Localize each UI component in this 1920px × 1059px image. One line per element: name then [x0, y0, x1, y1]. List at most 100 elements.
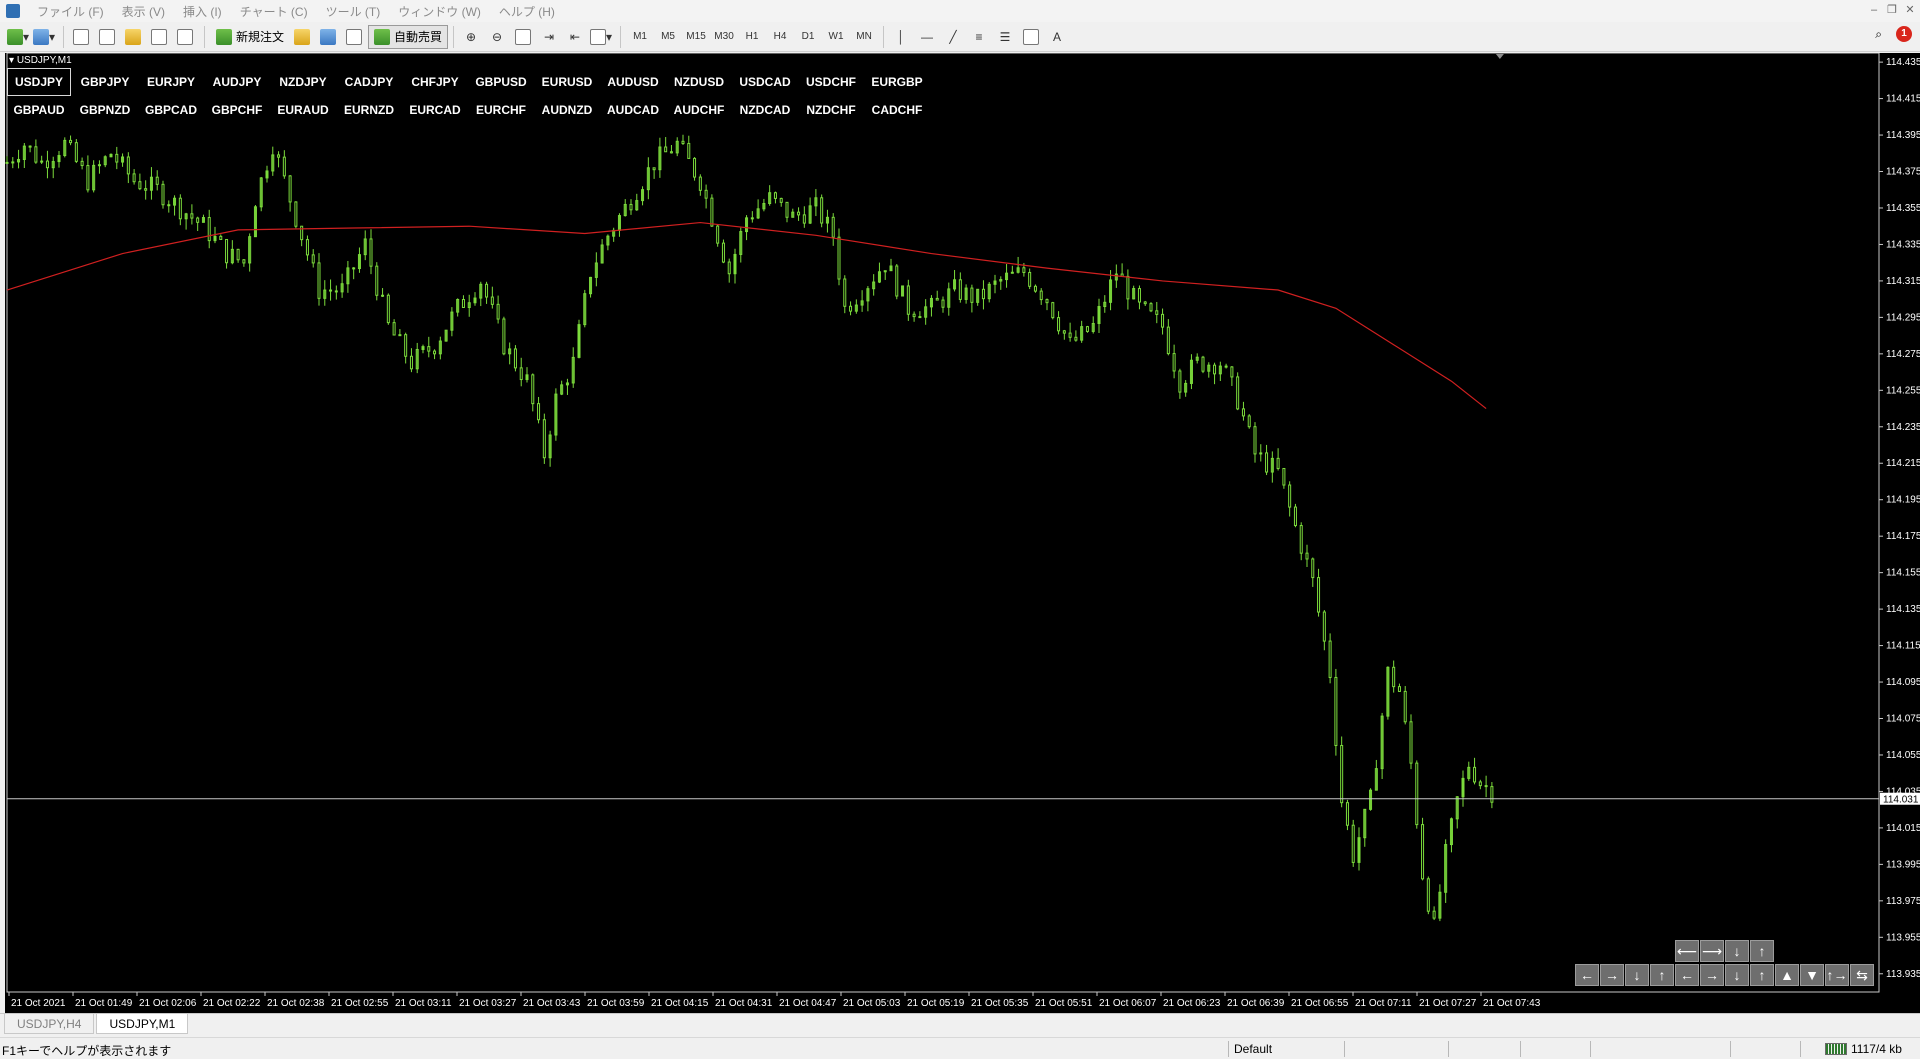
text-tool-button[interactable]: A	[1045, 26, 1069, 48]
notification-badge[interactable]: 1	[1896, 26, 1912, 42]
timeframe-m1[interactable]: M1	[626, 31, 654, 42]
nav-arrow-bottom-1[interactable]: →	[1600, 964, 1624, 986]
market-watch-button[interactable]	[69, 26, 93, 48]
symbol-button-euraud[interactable]: EURAUD	[271, 96, 335, 124]
timeframe-m30[interactable]: M30	[710, 31, 738, 42]
nav-arrow-bottom-7[interactable]: ↑	[1750, 964, 1774, 986]
chart-shift-button[interactable]: ⇤	[563, 26, 587, 48]
tab-usdjpy-h4[interactable]: USDJPY,H4	[4, 1014, 95, 1034]
strategy-tester-button[interactable]	[173, 26, 197, 48]
symbol-button-eurchf[interactable]: EURCHF	[469, 96, 533, 124]
nav-arrow-top-0[interactable]: ⟵	[1675, 940, 1699, 962]
candle-body	[1166, 326, 1170, 355]
new-chart-button[interactable]: ▾	[6, 26, 30, 48]
menu-tools[interactable]: ツール (T)	[317, 3, 390, 20]
symbol-button-audnzd[interactable]: AUDNZD	[535, 96, 599, 124]
data-window-button[interactable]	[95, 26, 119, 48]
label-button[interactable]	[1019, 26, 1043, 48]
nav-arrow-top-1[interactable]: ⟶	[1700, 940, 1724, 962]
channel-button[interactable]: ≡	[967, 26, 991, 48]
symbol-button-eurnzd[interactable]: EURNZD	[337, 96, 401, 124]
symbol-button-nzdcad[interactable]: NZDCAD	[733, 96, 797, 124]
vertical-line-button[interactable]: │	[889, 26, 913, 48]
timeframe-d1[interactable]: D1	[794, 31, 822, 42]
new-order-icon	[216, 28, 232, 45]
timeframe-mn[interactable]: MN	[850, 31, 878, 42]
tile-windows-button[interactable]	[511, 26, 535, 48]
symbol-button-gbpusd[interactable]: GBPUSD	[469, 68, 533, 96]
profiles-button[interactable]: ▾	[32, 26, 56, 48]
nav-arrow-bottom-5[interactable]: →	[1700, 964, 1724, 986]
nav-arrow-bottom-4[interactable]: ←	[1675, 964, 1699, 986]
auto-trade-button[interactable]: 自動売買	[368, 24, 449, 49]
symbol-button-gbpchf[interactable]: GBPCHF	[205, 96, 269, 124]
fibonacci-button[interactable]: ☰	[993, 26, 1017, 48]
minimize-icon[interactable]: –	[1866, 2, 1882, 18]
symbol-button-usdchf[interactable]: USDCHF	[799, 68, 863, 96]
symbol-button-eurgbp[interactable]: EURGBP	[865, 68, 929, 96]
nav-arrow-top-3[interactable]: ↑	[1750, 940, 1774, 962]
symbol-button-gbpcad[interactable]: GBPCAD	[139, 96, 203, 124]
symbol-button-usdcad[interactable]: USDCAD	[733, 68, 797, 96]
nav-arrow-bottom-11[interactable]: ⇆	[1850, 964, 1874, 986]
search-icon[interactable]: ⌕	[1875, 27, 1882, 42]
nav-arrow-bottom-0[interactable]: ←	[1575, 964, 1599, 986]
symbol-button-audjpy[interactable]: AUDJPY	[205, 68, 269, 96]
nav-arrow-bottom-2[interactable]: ↓	[1625, 964, 1649, 986]
symbol-button-cadchf[interactable]: CADCHF	[865, 96, 929, 124]
timeframe-h1[interactable]: H1	[738, 31, 766, 42]
navigator-button[interactable]	[121, 26, 145, 48]
timeframe-m5[interactable]: M5	[654, 31, 682, 42]
menu-insert[interactable]: 挿入 (I)	[174, 3, 231, 20]
menu-chart[interactable]: チャート (C)	[231, 3, 317, 20]
chart-window[interactable]: 114.435 114.415 114.395 114.375 114.355 114.3…	[0, 53, 1920, 1013]
symbol-button-gbpjpy[interactable]: GBPJPY	[73, 68, 137, 96]
candle-body	[461, 299, 465, 308]
menu-view[interactable]: 表示 (V)	[113, 3, 174, 20]
symbol-button-eurusd[interactable]: EURUSD	[535, 68, 599, 96]
symbol-button-nzdchf[interactable]: NZDCHF	[799, 96, 863, 124]
symbol-button-audusd[interactable]: AUDUSD	[601, 68, 665, 96]
symbol-button-chfjpy[interactable]: CHFJPY	[403, 68, 467, 96]
timeframe-w1[interactable]: W1	[822, 31, 850, 42]
menu-help[interactable]: ヘルプ (H)	[490, 3, 564, 20]
chart-menu-arrow-icon[interactable]: ▾	[9, 55, 14, 66]
trendline-button[interactable]: ╱	[941, 26, 965, 48]
horizontal-line-button[interactable]: —	[915, 26, 939, 48]
nav-arrow-bottom-3[interactable]: ↑	[1650, 964, 1674, 986]
timeframe-h4[interactable]: H4	[766, 31, 794, 42]
auto-scroll-button[interactable]: ⇥	[537, 26, 561, 48]
symbol-button-eurcad[interactable]: EURCAD	[403, 96, 467, 124]
signals-button[interactable]	[316, 26, 340, 48]
symbol-button-cadjpy[interactable]: CADJPY	[337, 68, 401, 96]
menu-window[interactable]: ウィンドウ (W)	[389, 3, 490, 20]
nav-arrow-bottom-9[interactable]: ▼	[1800, 964, 1824, 986]
price-chart[interactable]: 114.435 114.415 114.395 114.375 114.355 114.3…	[5, 53, 1920, 1013]
tab-usdjpy-m1[interactable]: USDJPY,M1	[96, 1014, 189, 1034]
close-icon[interactable]: ✕	[1902, 2, 1918, 18]
symbol-button-usdjpy[interactable]: USDJPY	[7, 68, 71, 96]
nav-arrow-bottom-8[interactable]: ▲	[1775, 964, 1799, 986]
nav-arrow-bottom-6[interactable]: ↓	[1725, 964, 1749, 986]
nav-arrow-top-2[interactable]: ↓	[1725, 940, 1749, 962]
symbol-button-gbpnzd[interactable]: GBPNZD	[73, 96, 137, 124]
zoom-in-button[interactable]: ⊕	[459, 26, 483, 48]
symbol-button-audchf[interactable]: AUDCHF	[667, 96, 731, 124]
restore-icon[interactable]: ❐	[1884, 2, 1900, 18]
zoom-out-button[interactable]: ⊖	[485, 26, 509, 48]
symbol-button-audcad[interactable]: AUDCAD	[601, 96, 665, 124]
symbol-button-eurjpy[interactable]: EURJPY	[139, 68, 203, 96]
symbol-button-gbpaud[interactable]: GBPAUD	[7, 96, 71, 124]
symbol-button-nzdusd[interactable]: NZDUSD	[667, 68, 731, 96]
timeframe-m15[interactable]: M15	[682, 31, 710, 42]
terminal-button[interactable]	[147, 26, 171, 48]
new-order-button[interactable]: 新規注文	[210, 25, 290, 49]
profiles-icon	[32, 28, 49, 45]
market-button[interactable]	[342, 26, 366, 48]
indicators-button[interactable]: ▾	[589, 26, 613, 48]
metaeditor-button[interactable]	[290, 26, 314, 48]
nav-arrow-bottom-10[interactable]: ↑→	[1825, 964, 1849, 986]
symbol-button-nzdjpy[interactable]: NZDJPY	[271, 68, 335, 96]
menu-file[interactable]: ファイル (F)	[28, 3, 113, 20]
crosshair-icon	[99, 28, 115, 45]
